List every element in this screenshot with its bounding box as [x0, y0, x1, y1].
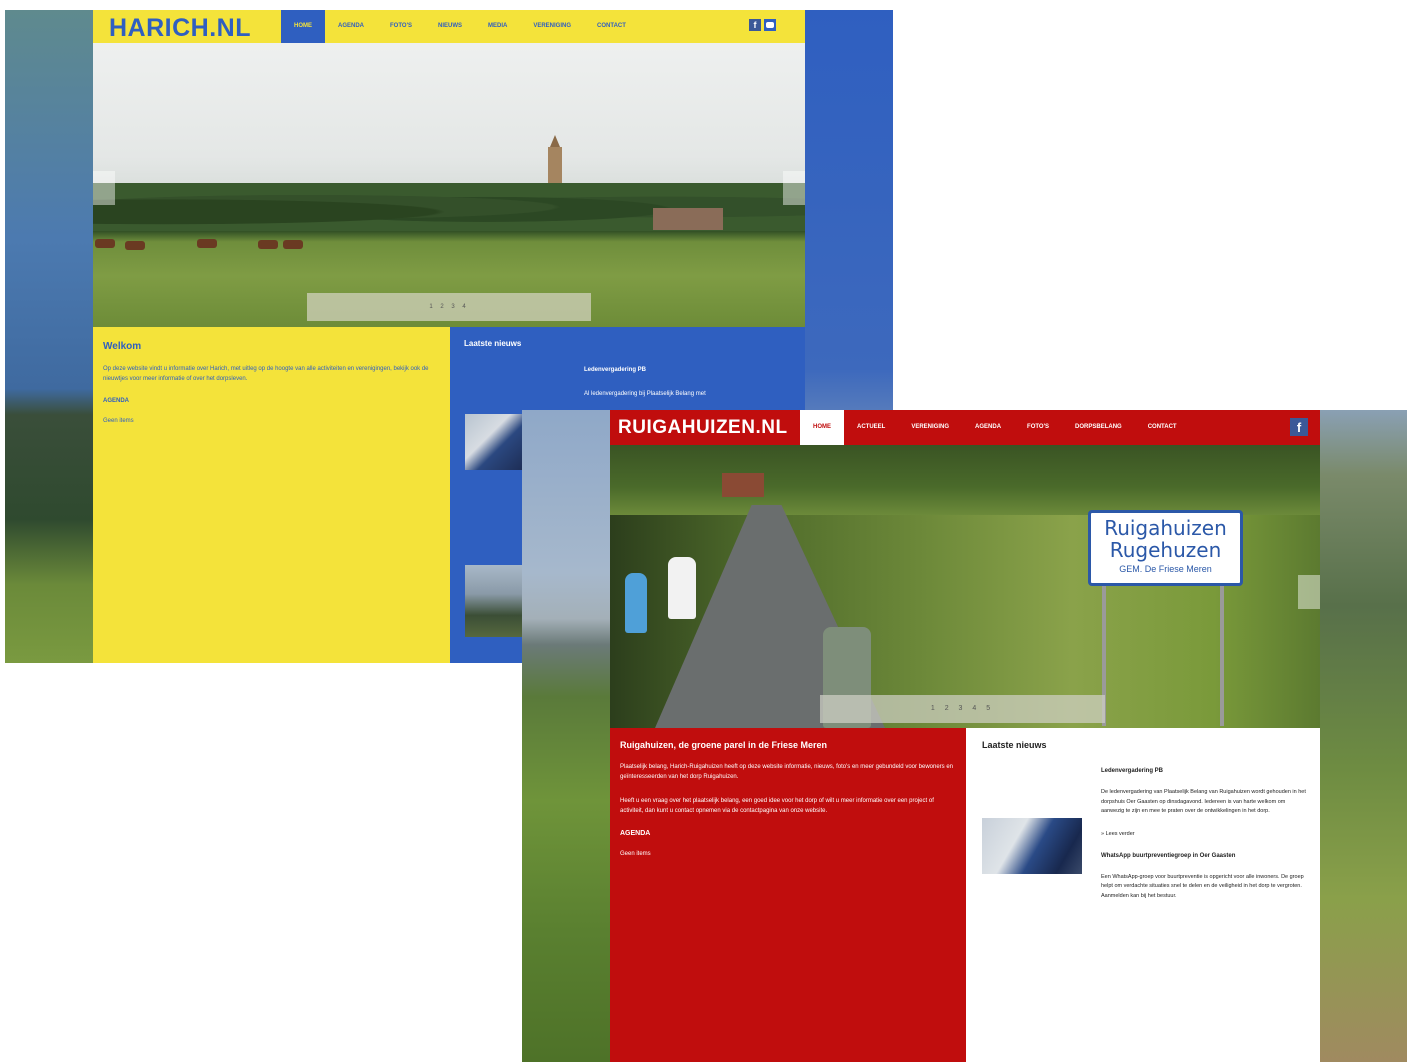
- harich-agenda-empty: Geen items: [103, 418, 134, 424]
- harich-news-heading: Laatste nieuws: [464, 339, 522, 348]
- harich-nav-nieuws[interactable]: NIEUWS: [425, 10, 475, 43]
- slider-prev-arrow-icon[interactable]: [93, 171, 115, 205]
- ruigahuizen-welcome-panel: Ruigahuizen, de groene parel in de Fries…: [610, 728, 966, 1062]
- harich-nav-menu: HOME AGENDA FOTO'S NIEUWS MEDIA VERENIGI…: [281, 10, 639, 43]
- slider-next-arrow-icon[interactable]: [783, 171, 805, 205]
- read-more-link[interactable]: » Lees verder: [1101, 831, 1307, 837]
- horse-image: [125, 241, 145, 250]
- horse-image: [95, 239, 115, 248]
- slider-pager[interactable]: 1 2 3 4 5: [820, 695, 1105, 723]
- sign-line-3: GEM. De Friese Meren: [1119, 564, 1212, 574]
- harich-welcome-title: Welkom: [103, 341, 142, 352]
- harich-news-item-title[interactable]: Ledenvergadering PB: [584, 367, 646, 373]
- ruigahuizen-welcome-text-2: Heeft u een vraag over het plaatselijk b…: [620, 798, 934, 814]
- news-item-title[interactable]: WhatsApp buurtpreventiegroep in Oer Gaas…: [1101, 853, 1307, 859]
- harich-nav-fotos[interactable]: FOTO'S: [377, 10, 425, 43]
- flag-icon[interactable]: [764, 19, 776, 31]
- harich-news-item-text: Al ledenvergadering bij Plaatselijk Bela…: [584, 391, 706, 397]
- harich-nav-contact[interactable]: CONTACT: [584, 10, 639, 43]
- news-item-body: Een WhatsApp-groep voor buurtpreventie i…: [1101, 873, 1304, 899]
- ruigahuizen-hero-slider: Ruigahuizen Rugehuzen GEM. De Friese Mer…: [610, 445, 1320, 728]
- harich-welcome-text: Op deze website vindt u informatie over …: [103, 366, 429, 382]
- ruigahuizen-nav-contact[interactable]: CONTACT: [1135, 410, 1190, 445]
- ruigahuizen-nav-bar: RUIGAHUIZEN.NL HOME ACTUEEL VERENIGING A…: [610, 410, 1320, 445]
- harich-nav-vereniging[interactable]: VERENIGING: [520, 10, 584, 43]
- horse-image: [197, 239, 217, 248]
- place-name-sign: Ruigahuizen Rugehuzen GEM. De Friese Mer…: [1088, 510, 1243, 586]
- farmhouse-image: [722, 473, 764, 497]
- ruigahuizen-agenda-label: AGENDA: [620, 830, 651, 837]
- composite-screenshot: HARICH.NL HOME AGENDA FOTO'S NIEUWS MEDI…: [0, 0, 1407, 1062]
- farmhouse-image: [653, 208, 723, 230]
- harich-hero-slider: 1 2 3 4: [93, 43, 805, 327]
- treeline-image: [610, 445, 1320, 515]
- sign-pole: [1220, 586, 1224, 726]
- ruigahuizen-background-left: [522, 410, 610, 1062]
- harich-logo[interactable]: HARICH.NL: [109, 14, 251, 43]
- harich-agenda-label: AGENDA: [103, 398, 130, 404]
- horse-image: [283, 240, 303, 249]
- harich-nav-bar: HARICH.NL HOME AGENDA FOTO'S NIEUWS MEDI…: [93, 10, 805, 43]
- sign-line-1: Ruigahuizen: [1104, 516, 1227, 540]
- ruigahuizen-agenda-empty: Geen items: [620, 851, 651, 857]
- ruigahuizen-nav-home[interactable]: HOME: [800, 410, 844, 445]
- facebook-icon[interactable]: f: [1290, 418, 1308, 436]
- ruigahuizen-page: RUIGAHUIZEN.NL HOME ACTUEEL VERENIGING A…: [610, 410, 1320, 1062]
- news-thumbnail-image[interactable]: [465, 565, 523, 637]
- ruigahuizen-news-panel: Laatste nieuws Ledenvergadering PB De le…: [966, 728, 1320, 1062]
- ruigahuizen-welcome-title: Ruigahuizen, de groene parel in de Fries…: [620, 740, 828, 750]
- ruigahuizen-nav-fotos[interactable]: FOTO'S: [1014, 410, 1062, 445]
- ruigahuizen-nav-menu: HOME ACTUEEL VERENIGING AGENDA FOTO'S DO…: [800, 410, 1190, 445]
- ruigahuizen-nav-vereniging[interactable]: VERENIGING: [898, 410, 962, 445]
- ruigahuizen-background-right: [1320, 410, 1407, 1062]
- facebook-icon[interactable]: f: [749, 19, 761, 31]
- ruigahuizen-site-window: RUIGAHUIZEN.NL HOME ACTUEEL VERENIGING A…: [522, 410, 1407, 1062]
- harich-welcome-panel: Welkom Op deze website vindt u informati…: [93, 327, 450, 663]
- slider-pager[interactable]: 1 2 3 4: [307, 293, 591, 321]
- ruigahuizen-news-heading: Laatste nieuws: [982, 740, 1047, 750]
- horse-image: [258, 240, 278, 249]
- ruigahuizen-welcome-text-1: Plaatselijk belang, Harich-Ruigahuizen h…: [620, 764, 954, 780]
- slider-next-arrow-icon[interactable]: [1298, 575, 1320, 609]
- ruigahuizen-logo[interactable]: RUIGAHUIZEN.NL: [618, 417, 788, 439]
- harich-nav-agenda[interactable]: AGENDA: [325, 10, 377, 43]
- harich-background-left: [5, 10, 93, 663]
- ruigahuizen-nav-agenda[interactable]: AGENDA: [962, 410, 1014, 445]
- runner-image: [668, 557, 696, 619]
- harich-nav-media[interactable]: MEDIA: [475, 10, 520, 43]
- news-list: Ledenvergadering PB De ledenvergadering …: [1101, 768, 1307, 915]
- news-thumbnail-image[interactable]: [982, 818, 1082, 874]
- news-thumbnail-image[interactable]: [465, 414, 523, 470]
- news-item-title[interactable]: Ledenvergadering PB: [1101, 768, 1307, 774]
- ruigahuizen-nav-actueel[interactable]: ACTUEEL: [844, 410, 898, 445]
- sign-line-2: Rugehuzen: [1109, 538, 1222, 562]
- ruigahuizen-nav-dorpsbelang[interactable]: DORPSBELANG: [1062, 410, 1135, 445]
- runner-image: [625, 573, 647, 633]
- news-item-body: De ledenvergadering van Plaatselijk Bela…: [1101, 789, 1306, 814]
- harich-nav-home[interactable]: HOME: [281, 10, 325, 43]
